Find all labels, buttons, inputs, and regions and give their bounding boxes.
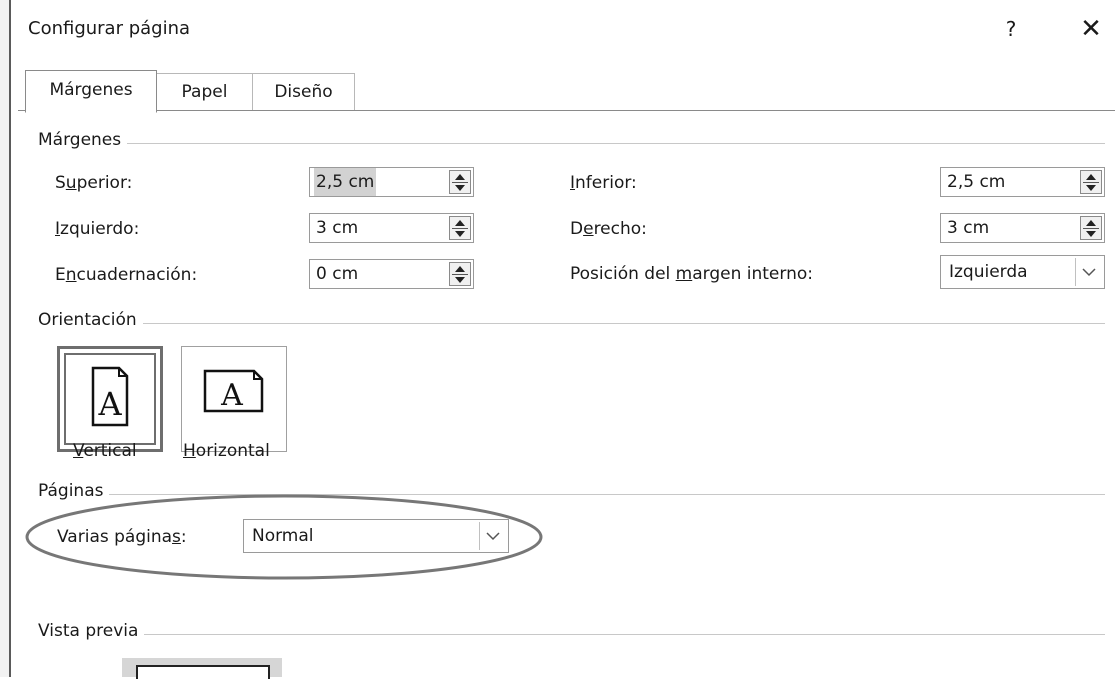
- tab-diseno[interactable]: Diseño: [252, 73, 355, 110]
- izquierdo-value[interactable]: 3 cm: [316, 214, 358, 242]
- close-button[interactable]: ✕: [1074, 12, 1108, 46]
- dialog-title: Configurar página: [28, 18, 191, 39]
- varias-paginas-select[interactable]: Normal: [243, 519, 509, 553]
- izquierdo-spin-arrows[interactable]: [449, 216, 471, 240]
- varias-paginas-value: Normal: [252, 526, 314, 546]
- margins-section-label: Márgenes: [38, 130, 128, 150]
- tab-margenes[interactable]: Márgenes: [25, 70, 157, 113]
- orientation-section-label: Orientación: [38, 310, 143, 330]
- orientation-group-line: [40, 323, 1105, 324]
- landscape-orientation-button[interactable]: A: [181, 346, 287, 452]
- landscape-label: Horizontal: [183, 441, 270, 461]
- posicion-margen-select[interactable]: Izquierda: [940, 255, 1105, 289]
- posicion-margen-value: Izquierda: [949, 262, 1028, 282]
- encuadernacion-label: Encuadernación:: [55, 265, 198, 285]
- landscape-icon-letter: A: [220, 378, 243, 413]
- chevron-down-icon[interactable]: [1075, 258, 1102, 286]
- derecho-label: Derecho:: [570, 219, 647, 239]
- pages-group-line: [40, 494, 1105, 495]
- inferior-spinner[interactable]: 2,5 cm: [940, 167, 1105, 197]
- help-button[interactable]: ?: [996, 14, 1026, 44]
- encuadernacion-spinner[interactable]: 0 cm: [309, 259, 474, 289]
- derecho-spin-arrows[interactable]: [1080, 216, 1102, 240]
- preview-section-label: Vista previa: [38, 621, 145, 641]
- portrait-orientation-button[interactable]: A: [57, 346, 163, 452]
- preview-group-line: [40, 634, 1105, 635]
- izquierdo-label: Izquierdo:: [55, 219, 140, 239]
- tab-panel-border: [18, 110, 1115, 111]
- portrait-page-icon: A: [91, 366, 129, 427]
- superior-label: Superior:: [55, 173, 133, 193]
- posicion-margen-label: Posición del margen interno:: [570, 264, 813, 284]
- portrait-icon-letter: A: [97, 385, 122, 423]
- chevron-down-icon[interactable]: [479, 522, 506, 550]
- derecho-spinner[interactable]: 3 cm: [940, 213, 1105, 243]
- superior-spinner[interactable]: 2,5 cm: [309, 167, 474, 197]
- encuadernacion-spin-arrows[interactable]: [449, 262, 471, 286]
- inferior-spin-arrows[interactable]: [1080, 170, 1102, 194]
- landscape-page-icon: A: [203, 369, 264, 413]
- tab-papel[interactable]: Papel: [155, 73, 254, 110]
- margins-group-line: [40, 143, 1105, 144]
- superior-spin-arrows[interactable]: [449, 170, 471, 194]
- encuadernacion-value[interactable]: 0 cm: [316, 260, 358, 288]
- window-left-edge: [0, 0, 11, 677]
- inferior-label: Inferior:: [570, 173, 637, 193]
- derecho-value[interactable]: 3 cm: [947, 214, 989, 242]
- izquierdo-spinner[interactable]: 3 cm: [309, 213, 474, 243]
- varias-paginas-label: Varias páginas:: [57, 527, 187, 547]
- inferior-value[interactable]: 2,5 cm: [947, 168, 1005, 196]
- pages-section-label: Páginas: [38, 481, 110, 501]
- superior-value[interactable]: 2,5 cm: [314, 168, 377, 196]
- portrait-label: Vertical: [73, 441, 137, 461]
